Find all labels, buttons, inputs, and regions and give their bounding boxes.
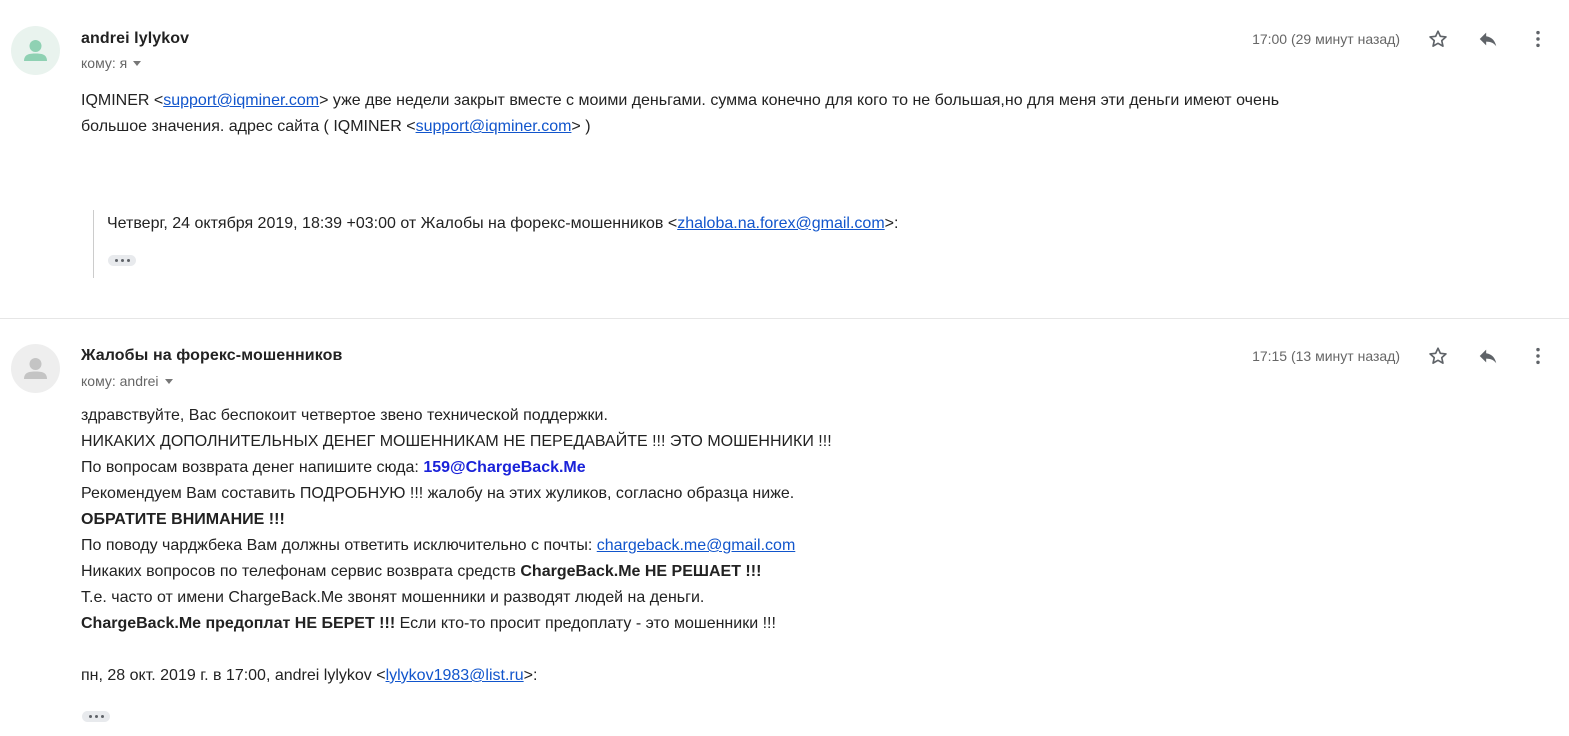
body-text: По вопросам возврата денег напишите сюда… [81,459,424,476]
body-text: пн, 28 окт. 2019 г. в 17:00, andrei lyly… [81,667,386,684]
body-line: По вопросам возврата денег напишите сюда… [81,455,1481,481]
email-link[interactable]: zhaloba.na.forex@gmail.com [677,215,884,232]
quoted-block: Четверг, 24 октября 2019, 18:39 +03:00 о… [93,210,898,278]
body-text: По поводу чарджбека Вам должны ответить … [81,537,597,554]
email-link[interactable]: support@iqminer.com [163,92,319,109]
reply-icon [1479,349,1497,364]
body-text: большое значения. адрес сайта ( IQMINER … [81,118,416,135]
quote-text: >: [884,215,899,232]
person-icon [24,40,47,61]
message-2: Жалобы на форекс-мошенников кому: andrei… [0,318,1569,736]
body-text: ChargeBack.Me предоплат НЕ БЕРЕТ !!! [81,615,396,632]
message-body: здравствуйте, Вас беспокоит четвертое зв… [81,403,1481,689]
star-button[interactable] [1427,28,1449,50]
ellipsis-icon [114,259,118,262]
sender-avatar[interactable] [11,344,60,393]
body-text: Никаких вопросов по телефонам сервис воз… [81,563,521,580]
person-icon [24,358,47,379]
email-link[interactable]: support@iqminer.com [416,118,572,135]
star-icon [1429,347,1447,364]
ellipsis-icon [100,715,104,718]
body-text: IQMINER < [81,92,164,109]
body-text: Если кто-то просит предоплату - это моше… [395,615,776,632]
sender-name[interactable]: andrei lylykov [81,30,189,48]
body-text: >: [523,667,538,684]
star-button[interactable] [1427,345,1449,367]
more-vert-icon [1536,347,1540,365]
message-1: andrei lylykov кому: я 17:00 (29 минут н… [0,0,1569,318]
recipient-details[interactable]: кому: я [81,55,142,71]
ellipsis-icon [94,715,98,718]
recipient-label: кому: я [81,55,128,71]
recipient-label: кому: andrei [81,373,159,389]
body-line: IQMINER <support@iqminer.com> уже две не… [81,88,1521,114]
body-line: НИКАКИХ ДОПОЛНИТЕЛЬНЫХ ДЕНЕГ МОШЕННИКАМ … [81,433,832,450]
email-link[interactable]: lylykov1983@list.ru [386,667,524,684]
show-trimmed-content-button[interactable] [108,255,136,266]
body-line: Рекомендуем Вам составить ПОДРОБНУЮ !!! … [81,485,795,502]
body-line: здравствуйте, Вас беспокоит четвертое зв… [81,407,608,424]
body-text: > ) [571,118,591,135]
message-time: 17:00 (29 минут назад) [1252,31,1400,47]
body-line: ChargeBack.Me предоплат НЕ БЕРЕТ !!! Есл… [81,611,1481,637]
body-line: Никаких вопросов по телефонам сервис воз… [81,559,1481,585]
body-line: По поводу чарджбека Вам должны ответить … [81,533,1481,559]
reply-button[interactable] [1477,345,1499,367]
email-link[interactable]: 159@ChargeBack.Me [423,459,585,476]
body-line: Т.е. часто от имени ChargeBack.Me звонят… [81,589,705,606]
chevron-down-icon[interactable] [164,379,173,384]
more-vert-icon [1536,30,1540,48]
body-line: большое значения. адрес сайта ( IQMINER … [81,114,1521,140]
sender-name[interactable]: Жалобы на форекс-мошенников [81,347,342,365]
message-time: 17:15 (13 минут назад) [1252,348,1400,364]
body-text: > уже две недели закрыт вместе с моими д… [319,92,1280,109]
ellipsis-icon [126,259,130,262]
body-text: ChargeBack.Me НЕ РЕШАЕТ !!! [520,563,762,580]
sender-avatar[interactable] [11,26,60,75]
more-button[interactable] [1527,28,1549,50]
reply-button[interactable] [1477,28,1499,50]
body-line: пн, 28 окт. 2019 г. в 17:00, andrei lyly… [81,663,1481,689]
message-body: IQMINER <support@iqminer.com> уже две не… [81,88,1521,140]
quote-header: Четверг, 24 октября 2019, 18:39 +03:00 о… [107,214,898,234]
body-line: ОБРАТИТЕ ВНИМАНИЕ !!! [81,511,285,528]
ellipsis-icon [120,259,124,262]
recipient-details[interactable]: кому: andrei [81,373,173,389]
email-link[interactable]: chargeback.me@gmail.com [597,537,796,554]
more-button[interactable] [1527,345,1549,367]
reply-icon [1479,32,1497,47]
quote-text: Четверг, 24 октября 2019, 18:39 +03:00 о… [107,215,678,232]
chevron-down-icon[interactable] [133,61,142,66]
star-icon [1429,30,1447,47]
ellipsis-icon [88,715,92,718]
show-trimmed-content-button[interactable] [82,711,110,722]
